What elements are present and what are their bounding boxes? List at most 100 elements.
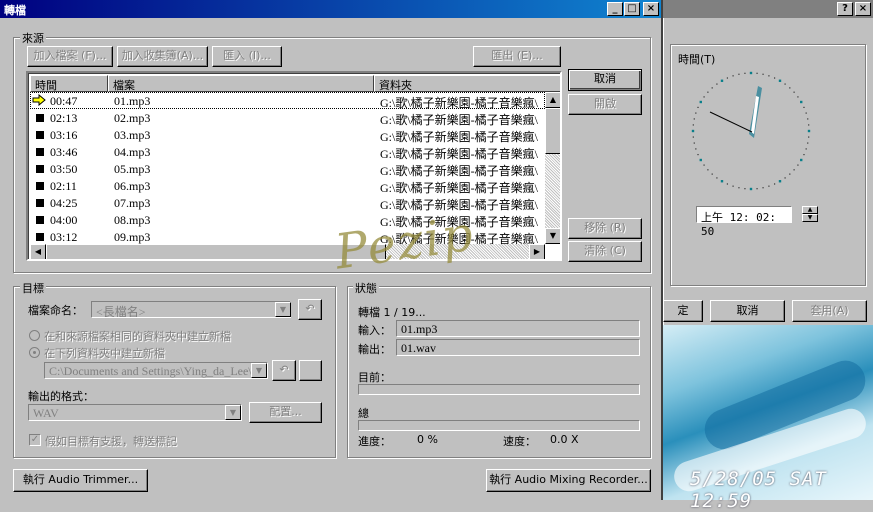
clock-group-label: 時間(T): [676, 51, 718, 67]
clock-tick: [807, 129, 811, 133]
browse-button[interactable]: [299, 360, 322, 381]
clock-tick: [803, 106, 805, 109]
radio-specific-folder[interactable]: [29, 347, 40, 358]
format-label: 輸出的格式：: [28, 390, 94, 403]
row-time: 03:16: [50, 128, 78, 142]
second-hand: [709, 111, 753, 133]
clock-tick: [756, 188, 758, 190]
config-button[interactable]: 配置...: [249, 402, 322, 423]
add-playlist-button[interactable]: 加入收集簿(A)...: [117, 46, 208, 67]
run-mixing-recorder-button[interactable]: 執行 Audio Mixing Recorder...: [486, 469, 651, 492]
open-button[interactable]: 開啟: [568, 94, 642, 115]
table-row[interactable]: 00:47 01.mp3 G:\歌\橘子新樂園-橘子音樂瘋\: [30, 92, 545, 110]
cancel-button[interactable]: 取消: [568, 69, 642, 91]
row-file: 07.mp3: [114, 196, 151, 210]
add-file-button[interactable]: 加入檔案 (F)...: [27, 46, 113, 67]
export-button[interactable]: 匯出 (E)...: [473, 46, 561, 67]
row-file: 03.mp3: [114, 128, 151, 142]
table-row[interactable]: 03:16 03.mp3 G:\歌\橘子新樂園-橘子音樂瘋\: [30, 126, 545, 144]
table-row[interactable]: 03:50 05.mp3 G:\歌\橘子新樂園-橘子音樂瘋\: [30, 160, 545, 178]
naming-dropdown-icon[interactable]: ▼: [275, 302, 291, 317]
format-select[interactable]: WAV: [28, 404, 242, 421]
clock-tick: [784, 83, 786, 85]
file-list[interactable]: 時間 檔案 資料夾 00:47 01.mp3 G:\歌\橘子新樂園-橘子音樂瘋\ 02…: [26, 71, 562, 261]
dialog-title: 轉檔: [4, 4, 26, 17]
clock-tick: [784, 177, 786, 179]
clock-tick: [778, 79, 782, 82]
clock-close-button[interactable]: ×: [855, 2, 871, 16]
scroll-down-icon[interactable]: ▼: [545, 228, 560, 244]
list-horizontal-scrollbar[interactable]: ◀ ▶: [30, 244, 545, 259]
row-file: 04.mp3: [114, 145, 151, 159]
import-button[interactable]: 匯入 (I)...: [212, 46, 282, 67]
clock-tick: [697, 153, 699, 156]
clock-tick: [800, 100, 803, 104]
clock-tick: [744, 72, 746, 74]
folder-reset-button[interactable]: ↶: [272, 360, 296, 381]
clock-tick: [789, 173, 791, 175]
close-button[interactable]: ×: [643, 2, 659, 16]
table-row[interactable]: 04:25 07.mp3 G:\歌\橘子新樂園-橘子音樂瘋\: [30, 194, 545, 212]
spin-down-icon[interactable]: ▼: [802, 214, 818, 222]
clock-tick: [789, 87, 791, 89]
input-value: 01.mp3: [396, 320, 640, 337]
current-label: 目前：: [358, 371, 391, 384]
run-audio-trimmer-button[interactable]: 執行 Audio Trimmer...: [13, 469, 148, 492]
radio-same-folder[interactable]: [29, 330, 40, 341]
clock-tick: [693, 118, 695, 120]
row-time: 03:46: [50, 145, 78, 159]
naming-select[interactable]: <長檔名>: [91, 301, 291, 318]
maximize-button[interactable]: □: [624, 2, 640, 16]
table-row[interactable]: 03:46 04.mp3 G:\歌\橘子新樂園-橘子音樂瘋\: [30, 143, 545, 161]
folder-dropdown-icon[interactable]: ▼: [251, 363, 267, 378]
hscroll-thumb[interactable]: [46, 244, 386, 259]
forward-tags-checkbox[interactable]: ✓: [29, 434, 41, 446]
clock-window-titlebar: ? ×: [663, 0, 873, 18]
time-input[interactable]: 上午 12: 02: 50: [696, 206, 792, 238]
list-vertical-scrollbar[interactable]: ▲ ▼: [545, 92, 560, 244]
folder-path-field[interactable]: C:\Documents and Settings\Ying_da_Lee\M: [44, 362, 268, 379]
clear-button[interactable]: 清除 (C): [568, 241, 642, 262]
spin-up-icon[interactable]: ▲: [802, 206, 818, 214]
naming-reset-button[interactable]: ↶: [298, 299, 322, 320]
scroll-right-icon[interactable]: ▶: [529, 244, 545, 259]
scroll-up-icon[interactable]: ▲: [545, 92, 560, 108]
naming-label: 檔案命名：: [28, 304, 83, 317]
scroll-thumb[interactable]: [545, 108, 560, 154]
output-label: 輸出：: [358, 343, 391, 356]
table-row[interactable]: 03:12 09.mp3 G:\歌\橘子新樂園-橘子音樂瘋\: [30, 228, 545, 246]
table-row[interactable]: 02:13 02.mp3 G:\歌\橘子新樂園-橘子音樂瘋\: [30, 109, 545, 127]
input-label: 輸入：: [358, 324, 391, 337]
column-header-time[interactable]: 時間: [30, 75, 108, 92]
table-row[interactable]: 02:11 06.mp3 G:\歌\橘子新樂園-橘子音樂瘋\: [30, 177, 545, 195]
scroll-left-icon[interactable]: ◀: [30, 244, 46, 259]
clock-tick: [749, 71, 753, 75]
total-label: 總: [358, 407, 369, 420]
column-header-file[interactable]: 檔案: [108, 75, 374, 92]
column-header-folder[interactable]: 資料夾: [374, 75, 560, 92]
clock-tick: [768, 75, 770, 77]
clock-tick: [773, 77, 776, 79]
clock-ok-button[interactable]: 定: [663, 300, 703, 322]
row-marker-icon: [36, 233, 44, 241]
minimize-button[interactable]: _: [607, 2, 623, 16]
clock-tick: [738, 187, 740, 189]
clock-tick: [797, 164, 799, 166]
format-dropdown-icon[interactable]: ▼: [225, 405, 241, 420]
dialog-titlebar[interactable]: 轉檔 _ □ ×: [0, 0, 661, 18]
row-marker-icon: [36, 199, 44, 207]
clock-tick: [778, 180, 782, 183]
total-progress-bar: [358, 420, 640, 431]
clock-apply-button[interactable]: 套用(A): [792, 300, 867, 322]
clock-tick: [768, 185, 770, 187]
clock-tick: [726, 77, 729, 79]
list-header: 時間 檔案 資料夾: [30, 75, 560, 92]
row-file: 08.mp3: [114, 213, 151, 227]
clock-tick: [703, 96, 705, 98]
table-row[interactable]: 04:00 08.mp3 G:\歌\橘子新樂園-橘子音樂瘋\: [30, 211, 545, 229]
clock-cancel-button[interactable]: 取消: [710, 300, 785, 322]
remove-button[interactable]: 移除 (R): [568, 218, 642, 239]
help-button[interactable]: ?: [837, 2, 853, 16]
time-spinner[interactable]: ▲ ▼: [802, 206, 818, 223]
forward-tags-label: 假如目標有支援，轉送標記: [45, 435, 177, 448]
